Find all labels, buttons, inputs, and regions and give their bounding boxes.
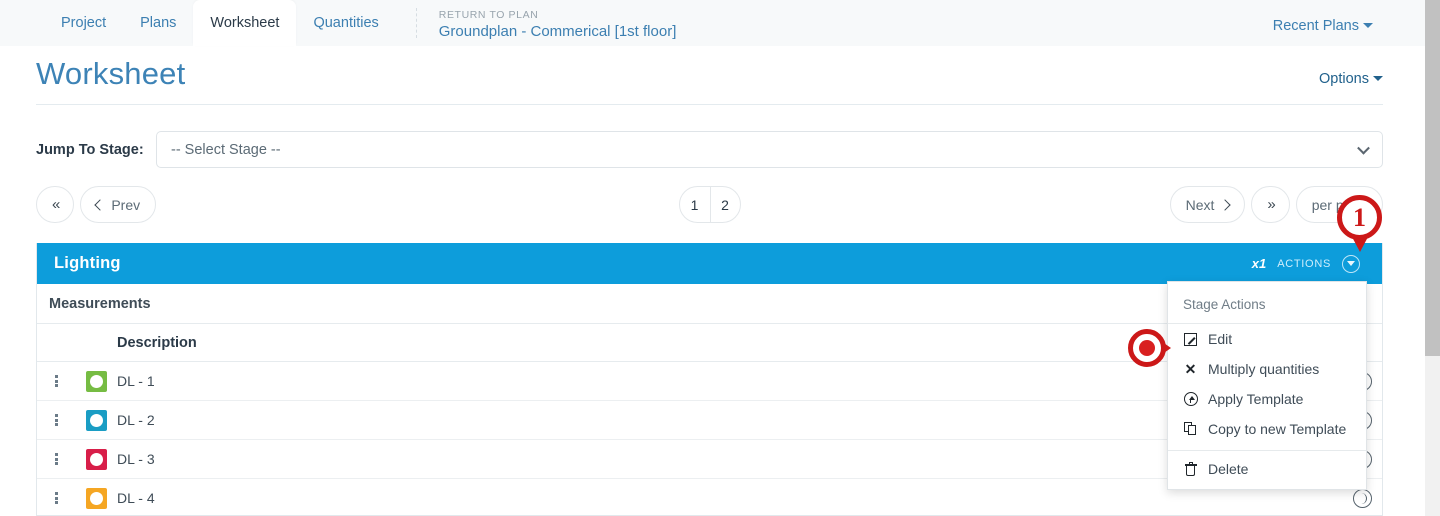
page-number-group: 1 2 xyxy=(678,186,741,223)
nav-tab-quantities[interactable]: Quantities xyxy=(296,0,395,46)
arrow-up-circle-icon xyxy=(1183,392,1198,406)
stage-actions-menu: Stage Actions Edit ✕ Multiply quantities… xyxy=(1167,281,1367,490)
nav-tab-plans[interactable]: Plans xyxy=(123,0,193,46)
topbar-edge-filler xyxy=(1410,0,1425,46)
row-color-swatch[interactable] xyxy=(75,487,117,509)
click-indicator-pointer xyxy=(1161,341,1171,355)
menu-title: Stage Actions xyxy=(1183,297,1266,312)
double-chevron-left-icon: « xyxy=(52,196,60,213)
chevron-left-icon xyxy=(94,198,107,211)
chevron-right-icon xyxy=(1219,198,1232,211)
recent-plans-dropdown[interactable]: Recent Plans xyxy=(1273,18,1373,34)
nav-tab-project[interactable]: Project xyxy=(44,0,123,46)
trash-icon xyxy=(1183,462,1198,476)
menu-item-apply-template[interactable]: Apply Template xyxy=(1168,384,1366,414)
stage-header-actions: x1 ACTIONS xyxy=(1251,254,1360,273)
vertical-scrollbar-thumb[interactable] xyxy=(1425,0,1440,356)
options-dropdown[interactable]: Options xyxy=(1319,71,1383,92)
stage-multiplier: x1 xyxy=(1251,256,1267,271)
menu-item-label: Copy to new Template xyxy=(1208,421,1347,437)
double-chevron-right-icon: » xyxy=(1267,196,1275,213)
top-navigation-bar: Project Plans Worksheet Quantities RETUR… xyxy=(0,0,1425,46)
return-to-plan-kicker: RETURN TO PLAN xyxy=(438,8,539,21)
stage-select-value: -- Select Stage -- xyxy=(171,141,281,158)
row-description: DL - 3 xyxy=(117,451,155,467)
drag-handle-icon[interactable] xyxy=(37,452,75,467)
page-number-2[interactable]: 2 xyxy=(709,187,740,222)
page-title: Worksheet xyxy=(36,56,186,91)
stage-select-input[interactable]: -- Select Stage -- xyxy=(156,131,1383,168)
app-root: Project Plans Worksheet Quantities RETUR… xyxy=(0,0,1440,516)
row-color-swatch[interactable] xyxy=(75,409,117,431)
menu-item-edit[interactable]: Edit xyxy=(1168,324,1366,354)
stage-actions-label: ACTIONS xyxy=(1277,257,1331,270)
step-marker-number: 1 xyxy=(1337,195,1382,240)
nav-tabs: Project Plans Worksheet Quantities xyxy=(44,0,396,46)
recent-plans-label: Recent Plans xyxy=(1272,18,1359,34)
prev-page-button[interactable]: Prev xyxy=(80,186,157,223)
row-color-swatch[interactable] xyxy=(75,448,117,470)
stage-name: Lighting xyxy=(54,254,121,272)
measurements-label: Measurements xyxy=(49,295,151,312)
multiply-x-icon: ✕ xyxy=(1184,361,1197,377)
caret-down-icon xyxy=(1363,23,1373,28)
menu-item-copy-to-new-template[interactable]: Copy to new Template xyxy=(1168,414,1366,444)
click-indicator-core xyxy=(1139,340,1155,356)
nav-divider xyxy=(415,8,417,38)
menu-item-multiply-quantities[interactable]: ✕ Multiply quantities xyxy=(1168,354,1366,384)
row-description: DL - 4 xyxy=(117,490,155,506)
stage-actions-toggle[interactable] xyxy=(1342,254,1360,273)
drag-handle-icon[interactable] xyxy=(37,413,75,428)
chevron-down-circle-icon xyxy=(1347,261,1355,266)
options-label: Options xyxy=(1319,71,1369,87)
caret-down-icon xyxy=(1373,76,1383,81)
row-color-swatch[interactable] xyxy=(75,370,117,392)
row-clock-icon[interactable] xyxy=(1342,488,1382,508)
drag-handle-icon[interactable] xyxy=(37,491,75,506)
menu-item-delete[interactable]: Delete xyxy=(1168,451,1366,487)
menu-item-label: Edit xyxy=(1208,331,1233,347)
click-target-indicator xyxy=(1128,329,1171,367)
page-header: Worksheet Options xyxy=(36,56,1383,105)
menu-item-label: Apply Template xyxy=(1208,391,1304,407)
jump-to-stage-row: Jump To Stage: -- Select Stage -- xyxy=(36,131,1383,168)
row-description: DL - 1 xyxy=(117,373,155,389)
pagination-left-group: « Prev xyxy=(36,186,157,223)
stage-card-header: Lighting x1 ACTIONS xyxy=(37,243,1382,284)
row-description: DL - 2 xyxy=(117,412,155,428)
prev-page-label: Prev xyxy=(111,196,141,213)
next-page-label: Next xyxy=(1185,196,1215,213)
last-page-button[interactable]: » xyxy=(1251,186,1290,223)
chevron-down-icon xyxy=(1357,141,1370,155)
current-plan-name[interactable]: Groundplan - Commerical [1st floor] xyxy=(439,23,677,40)
page-number-1[interactable]: 1 xyxy=(680,187,710,222)
menu-item-label: Multiply quantities xyxy=(1208,361,1320,377)
pagination-bar: « Prev 1 2 Next » per page xyxy=(36,186,1383,223)
return-to-plan-block[interactable]: RETURN TO PLAN Groundplan - Commerical [… xyxy=(439,9,677,46)
menu-item-label: Delete xyxy=(1208,461,1249,477)
nav-tab-worksheet[interactable]: Worksheet xyxy=(193,0,297,46)
drag-handle-icon[interactable] xyxy=(37,374,75,389)
copy-icon xyxy=(1183,422,1198,436)
edit-icon xyxy=(1183,332,1198,346)
next-page-button[interactable]: Next xyxy=(1169,186,1246,223)
jump-to-stage-label: Jump To Stage: xyxy=(36,141,144,158)
first-page-button[interactable]: « xyxy=(36,186,75,223)
step-marker-1: 1 xyxy=(1334,195,1386,257)
